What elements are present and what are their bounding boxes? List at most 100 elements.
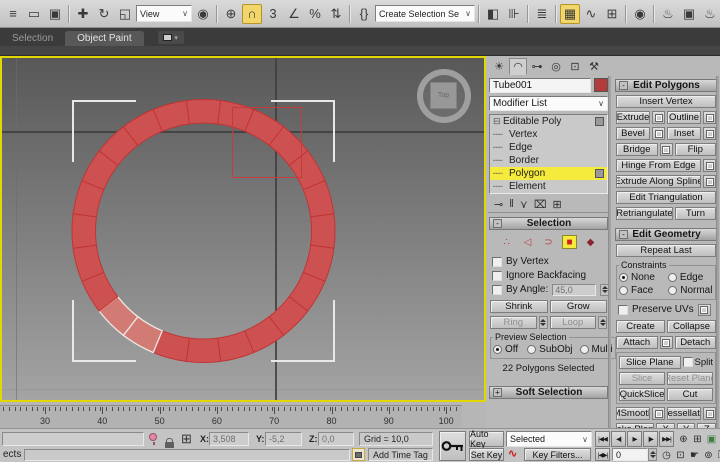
hinge-settings-button[interactable]: [703, 159, 716, 172]
edit-named-selection-sets-icon[interactable]: {}: [354, 4, 374, 24]
play-button[interactable]: ▶: [627, 431, 642, 447]
key-mode-toggle[interactable]: |◀▶|: [595, 448, 610, 461]
reference-coordinate-dropdown[interactable]: View ∨: [136, 5, 192, 22]
rendered-frame-window-icon[interactable]: ▣: [679, 4, 699, 24]
adaptive-degradation-icon[interactable]: [352, 448, 365, 461]
edit-geometry-rollout-header[interactable]: - Edit Geometry: [615, 228, 717, 241]
constraint-face-radio[interactable]: [619, 286, 628, 295]
key-tangent-icon[interactable]: ∿: [508, 448, 517, 461]
viewport-top[interactable]: Top: [0, 56, 486, 402]
msmooth-settings-button[interactable]: [652, 407, 665, 420]
select-and-move-icon[interactable]: ✚: [73, 4, 93, 24]
bridge-button[interactable]: Bridge: [616, 143, 658, 156]
bevel-settings-button[interactable]: [652, 127, 665, 140]
named-selection-set-dropdown[interactable]: Create Selection Se ∨: [375, 5, 475, 22]
mirror-icon[interactable]: ◧: [483, 4, 503, 24]
stack-item-edge[interactable]: ╌╌ Edge: [490, 141, 607, 154]
edit-triangulation-button[interactable]: Edit Triangulation: [616, 191, 716, 204]
create-button[interactable]: Create: [616, 320, 665, 333]
tab-utilities[interactable]: ⚒: [585, 58, 603, 75]
extrude-along-spline-button[interactable]: Extrude Along Spline: [616, 175, 701, 188]
select-and-rotate-icon[interactable]: ↻: [94, 4, 114, 24]
panel-scrollbar[interactable]: [716, 76, 719, 428]
object-name-field[interactable]: Tube001: [489, 78, 591, 93]
spinner-snap-icon[interactable]: ⇅: [326, 4, 346, 24]
stack-item-polygon[interactable]: ╌╌ Polygon: [490, 167, 607, 180]
retriangulate-button[interactable]: Retriangulate: [616, 207, 673, 220]
shrink-button[interactable]: Shrink: [490, 300, 548, 313]
previous-frame-button[interactable]: ◀|: [611, 431, 626, 447]
preview-multi-radio[interactable]: [579, 345, 589, 354]
msmooth-button[interactable]: MSmooth: [616, 407, 650, 420]
use-pivot-point-center-icon[interactable]: ◉: [193, 4, 213, 24]
y-coordinate-field[interactable]: -5,2: [265, 432, 302, 446]
soft-selection-rollout-header[interactable]: + Soft Selection: [489, 386, 608, 399]
angle-snap-icon[interactable]: ∠: [284, 4, 304, 24]
flip-button[interactable]: Flip: [674, 143, 716, 156]
set-key-button[interactable]: Set Key: [469, 448, 504, 461]
isolate-selection-icon[interactable]: [149, 433, 157, 445]
key-filters-button[interactable]: Key Filters...: [524, 448, 591, 461]
selection-set-dropdown[interactable]: Selected ∨: [506, 431, 592, 447]
schematic-view-icon[interactable]: ⊞: [602, 4, 622, 24]
edit-polygons-rollout-header[interactable]: - Edit Polygons: [615, 79, 717, 92]
material-editor-icon[interactable]: ◉: [630, 4, 650, 24]
tessellate-settings-button[interactable]: [703, 407, 716, 420]
snaps-toggle-icon[interactable]: ∩: [242, 3, 262, 24]
viewcube-face-top[interactable]: Top: [430, 82, 457, 109]
extrude-button[interactable]: Extrude: [616, 111, 650, 124]
orbit-icon[interactable]: ⊚: [702, 447, 715, 462]
selection-rollout-header[interactable]: - Selection: [489, 217, 608, 230]
insert-vertex-button[interactable]: Insert Vertex: [616, 95, 716, 108]
add-time-tag[interactable]: Add Time Tag: [368, 448, 433, 461]
align-icon[interactable]: ⊪: [504, 4, 524, 24]
grow-button[interactable]: Grow: [549, 300, 607, 313]
collapse-button[interactable]: Collapse: [667, 320, 716, 333]
by-angle-field[interactable]: 45,0: [552, 283, 596, 296]
maximize-viewport-icon[interactable]: ❒: [716, 447, 720, 462]
constraint-edge-radio[interactable]: [667, 273, 677, 282]
absolute-offset-mode-icon[interactable]: ⊞: [181, 431, 192, 447]
curve-editor-icon[interactable]: ∿: [581, 4, 601, 24]
outline-settings-button[interactable]: [703, 111, 716, 124]
zoom-all-icon[interactable]: ⊞: [691, 431, 704, 447]
edge-subobject-icon[interactable]: ◁: [520, 235, 535, 249]
preview-off-radio[interactable]: [493, 345, 502, 354]
inset-settings-button[interactable]: [703, 127, 716, 140]
tube-polygon-selected[interactable]: [185, 98, 222, 125]
split-checkbox[interactable]: [682, 357, 693, 367]
constraint-none-radio[interactable]: [619, 273, 628, 282]
tube-polygon-selected[interactable]: [185, 337, 222, 364]
current-frame-field[interactable]: 0: [612, 448, 648, 461]
pan-icon[interactable]: ☛: [688, 447, 701, 462]
tube-polygon-selected[interactable]: [310, 213, 336, 249]
attach-button[interactable]: Attach: [616, 336, 658, 349]
next-frame-button[interactable]: |▶: [643, 431, 658, 447]
configure-modifier-sets-icon[interactable]: ⊞: [553, 198, 562, 211]
ring-button[interactable]: Ring: [490, 316, 537, 329]
zoom-icon[interactable]: ⊕: [677, 431, 690, 447]
render-production-icon[interactable]: ♨: [700, 4, 720, 24]
go-to-end-button[interactable]: ▶▶|: [659, 431, 674, 447]
hinge-from-edge-button[interactable]: Hinge From Edge: [616, 159, 701, 172]
preserve-uvs-checkbox[interactable]: [618, 304, 628, 315]
constraint-normal-radio[interactable]: [668, 286, 678, 295]
make-unique-icon[interactable]: ⋎: [520, 198, 528, 211]
viewcube[interactable]: Top: [415, 67, 473, 125]
z-coordinate-field[interactable]: 0,0: [318, 432, 354, 446]
stack-item-element[interactable]: ╌╌ Element: [490, 180, 607, 193]
go-to-start-button[interactable]: |◀◀: [595, 431, 610, 447]
show-end-result-icon[interactable]: ‖: [509, 198, 514, 210]
slice-button[interactable]: Slice: [619, 372, 665, 385]
select-and-scale-icon[interactable]: ◱: [115, 4, 135, 24]
zoom-extents-icon[interactable]: ▣: [705, 431, 718, 447]
tessellate-button[interactable]: Tessellate: [667, 407, 701, 420]
vertex-subobject-icon[interactable]: ∴: [499, 235, 514, 249]
mini-listener-field[interactable]: [2, 432, 144, 446]
tab-hierarchy[interactable]: ⊶: [528, 58, 546, 75]
tab-modify[interactable]: ◠: [509, 57, 527, 75]
select-by-name-icon[interactable]: ≡: [3, 4, 23, 24]
quickslice-button[interactable]: QuickSlice: [619, 388, 665, 401]
ribbon-tab-object-paint[interactable]: Object Paint: [65, 31, 144, 46]
ignore-backfacing-checkbox[interactable]: [492, 270, 502, 281]
